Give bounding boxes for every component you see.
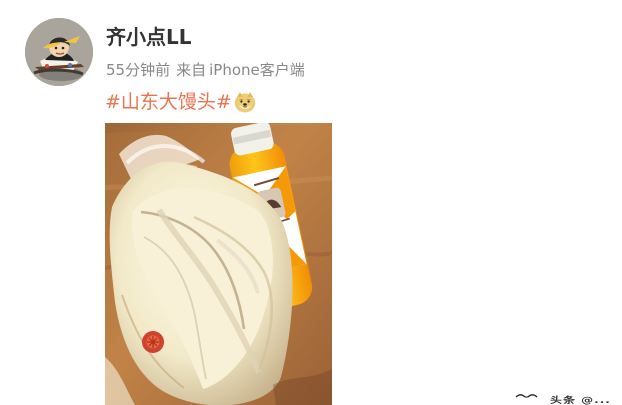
author-name[interactable]: 齐小点LL (106, 23, 192, 51)
user-avatar[interactable] (25, 18, 93, 86)
source-prefix: 来自 (176, 61, 207, 79)
post-photo[interactable] (105, 123, 332, 405)
watermark-logo-icon (515, 394, 538, 398)
doge-emoji-icon (234, 92, 256, 113)
cartoon-character-avatar-icon (25, 18, 93, 86)
post-meta: 55分钟前 来自 iPhone客户端 (106, 59, 305, 81)
source-device-link[interactable]: iPhone客户端 (209, 59, 305, 81)
topic-link[interactable]: #山东大馒头# (105, 88, 232, 116)
steamed-bun-photo (105, 123, 332, 405)
post-content: #山东大馒头# (105, 88, 257, 116)
weibo-post: 齐小点LL 55分钟前 来自 iPhone客户端 #山东大馒头# 头条 @... (0, 0, 622, 405)
platform-watermark: 头条 @... (508, 383, 620, 405)
watermark-text: 头条 @... (550, 394, 611, 405)
post-time[interactable]: 55分钟前 (106, 59, 170, 81)
